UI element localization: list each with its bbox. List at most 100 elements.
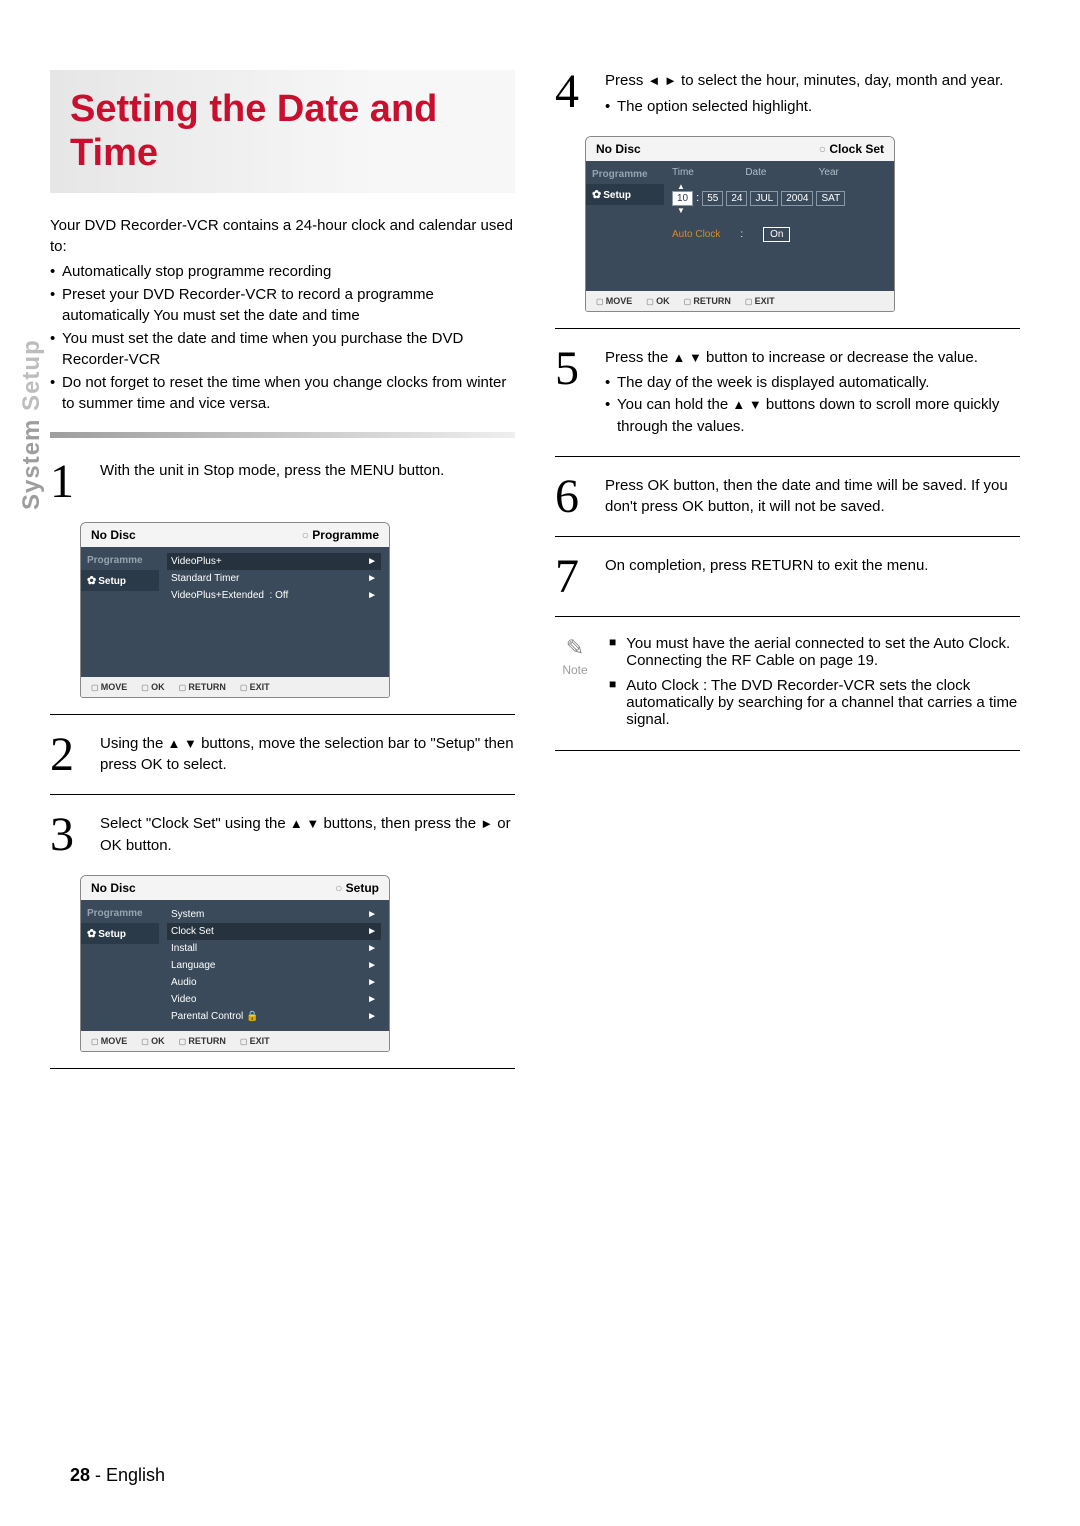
chevron-right-icon: ► — [367, 1011, 377, 1022]
step-number: 4 — [555, 70, 591, 118]
title-box: Setting the Date and Time — [50, 70, 515, 193]
lock-icon: 🔒 — [246, 1011, 258, 1022]
osd-mode: Clock Set — [819, 142, 884, 156]
step-text: Press ◄ ► to select the hour, minutes, d… — [605, 70, 1020, 118]
note-block: ✎ Note ■You must have the aerial connect… — [555, 635, 1020, 736]
osd-side-programme: Programme — [81, 551, 159, 570]
right-arrow-icon: ► — [480, 816, 493, 831]
chevron-right-icon: ► — [367, 994, 377, 1005]
step-text: On completion, press RETURN to exit the … — [605, 555, 1020, 598]
val-hour: 10 — [672, 191, 693, 206]
updown-arrows-icon: ▲ ▼ — [168, 736, 197, 751]
chevron-right-icon: ► — [367, 926, 377, 937]
gear-icon: ✿ — [87, 928, 96, 940]
separator — [50, 794, 515, 795]
updown-arrows-icon: ▲ ▼ — [673, 350, 702, 365]
val-month: JUL — [750, 191, 778, 206]
separator — [555, 456, 1020, 457]
val-dow: SAT — [816, 191, 845, 206]
up-arrow-icon — [672, 182, 690, 191]
osd-side-setup: ✿Setup — [81, 570, 159, 591]
step-6: 6 Press OK button, then the date and tim… — [555, 475, 1020, 519]
step-number: 6 — [555, 475, 591, 519]
osd-item-language: Language► — [167, 957, 381, 974]
step-number: 3 — [50, 813, 86, 857]
osd-side-programme: Programme — [586, 165, 664, 184]
step-number: 1 — [50, 460, 86, 503]
updown-arrows-icon: ▲ ▼ — [732, 397, 761, 412]
step-4: 4 Press ◄ ► to select the hour, minutes,… — [555, 70, 1020, 118]
osd-mode: Programme — [302, 528, 379, 542]
updown-arrows-icon: ▲ ▼ — [290, 816, 319, 831]
side-tab: System Setup — [18, 339, 46, 510]
note-item: ■Auto Clock : The DVD Recorder-VCR sets … — [609, 677, 1020, 728]
osd-programme-menu: No Disc Programme Programme ✿Setup Video… — [80, 522, 390, 698]
clock-values: 10: 55 24 JUL 2004 SAT — [672, 191, 886, 206]
osd-footer: MOVEOKRETURNEXIT — [81, 677, 389, 697]
step-text: Using the ▲ ▼ buttons, move the selectio… — [100, 733, 515, 777]
val-year: 2004 — [781, 191, 813, 206]
osd-clock-set: No Disc Clock Set Programme ✿Setup Time … — [585, 136, 895, 312]
val-day: 24 — [726, 191, 747, 206]
right-column: 4 Press ◄ ► to select the hour, minutes,… — [555, 70, 1020, 1087]
down-arrow-icon — [672, 206, 690, 215]
gear-icon: ✿ — [592, 189, 601, 201]
osd-item-standard-timer: Standard Timer► — [167, 570, 381, 587]
page-title: Setting the Date and Time — [70, 88, 495, 175]
note-label: Note — [562, 663, 587, 677]
note-icon: ✎ Note — [555, 635, 595, 736]
separator — [50, 1068, 515, 1069]
square-bullet-icon: ■ — [609, 635, 616, 669]
step-text: With the unit in Stop mode, press the ME… — [100, 460, 515, 503]
step-number: 7 — [555, 555, 591, 598]
osd-item-video: Video► — [167, 991, 381, 1008]
osd-status: No Disc — [91, 881, 136, 895]
osd-item-install: Install► — [167, 940, 381, 957]
step-text: Select "Clock Set" using the ▲ ▼ buttons… — [100, 813, 515, 857]
osd-side-setup: ✿Setup — [81, 923, 159, 944]
osd-footer: MOVEOKRETURNEXIT — [586, 291, 894, 311]
auto-clock-label: Auto Clock — [672, 229, 720, 240]
chevron-right-icon: ► — [367, 943, 377, 954]
step-5: 5 Press the ▲ ▼ button to increase or de… — [555, 347, 1020, 438]
gear-icon: ✿ — [87, 575, 96, 587]
step-1: 1 With the unit in Stop mode, press the … — [50, 460, 515, 503]
auto-clock-value: On — [763, 227, 790, 242]
separator — [50, 714, 515, 715]
page-footer: 28 - English — [70, 1465, 165, 1486]
step-3: 3 Select "Clock Set" using the ▲ ▼ butto… — [50, 813, 515, 857]
osd-item-audio: Audio► — [167, 974, 381, 991]
leftright-arrows-icon: ◄ ► — [648, 73, 677, 88]
intro-text: Your DVD Recorder-VCR contains a 24-hour… — [50, 215, 515, 414]
chevron-right-icon: ► — [367, 590, 377, 601]
val-min: 55 — [702, 191, 723, 206]
osd-item-videoplus: VideoPlus+► — [167, 553, 381, 570]
osd-side-programme: Programme — [81, 904, 159, 923]
osd-item-videoplus-ext: VideoPlus+Extended : Off► — [167, 587, 381, 604]
osd-mode: Setup — [335, 881, 379, 895]
step-7: 7 On completion, press RETURN to exit th… — [555, 555, 1020, 598]
col-date: Date — [745, 167, 812, 178]
step-2: 2 Using the ▲ ▼ buttons, move the select… — [50, 733, 515, 777]
osd-side-setup: ✿Setup — [586, 184, 664, 205]
col-time: Time — [672, 167, 739, 178]
col-year: Year — [819, 167, 886, 178]
square-bullet-icon: ■ — [609, 677, 616, 728]
osd-item-clock-set: Clock Set► — [167, 923, 381, 940]
step-text: Press the ▲ ▼ button to increase or decr… — [605, 347, 1020, 438]
separator — [555, 328, 1020, 329]
left-column: Setting the Date and Time Your DVD Recor… — [50, 70, 515, 1087]
separator — [555, 616, 1020, 617]
separator — [555, 536, 1020, 537]
chevron-right-icon: ► — [367, 960, 377, 971]
pencil-icon: ✎ — [555, 635, 595, 661]
note-item: ■You must have the aerial connected to s… — [609, 635, 1020, 669]
chevron-right-icon: ► — [367, 977, 377, 988]
chevron-right-icon: ► — [367, 909, 377, 920]
osd-status: No Disc — [596, 142, 641, 156]
chevron-right-icon: ► — [367, 556, 377, 567]
osd-footer: MOVEOKRETURNEXIT — [81, 1031, 389, 1051]
step-number: 2 — [50, 733, 86, 777]
divider-bar — [50, 432, 515, 438]
step-number: 5 — [555, 347, 591, 438]
